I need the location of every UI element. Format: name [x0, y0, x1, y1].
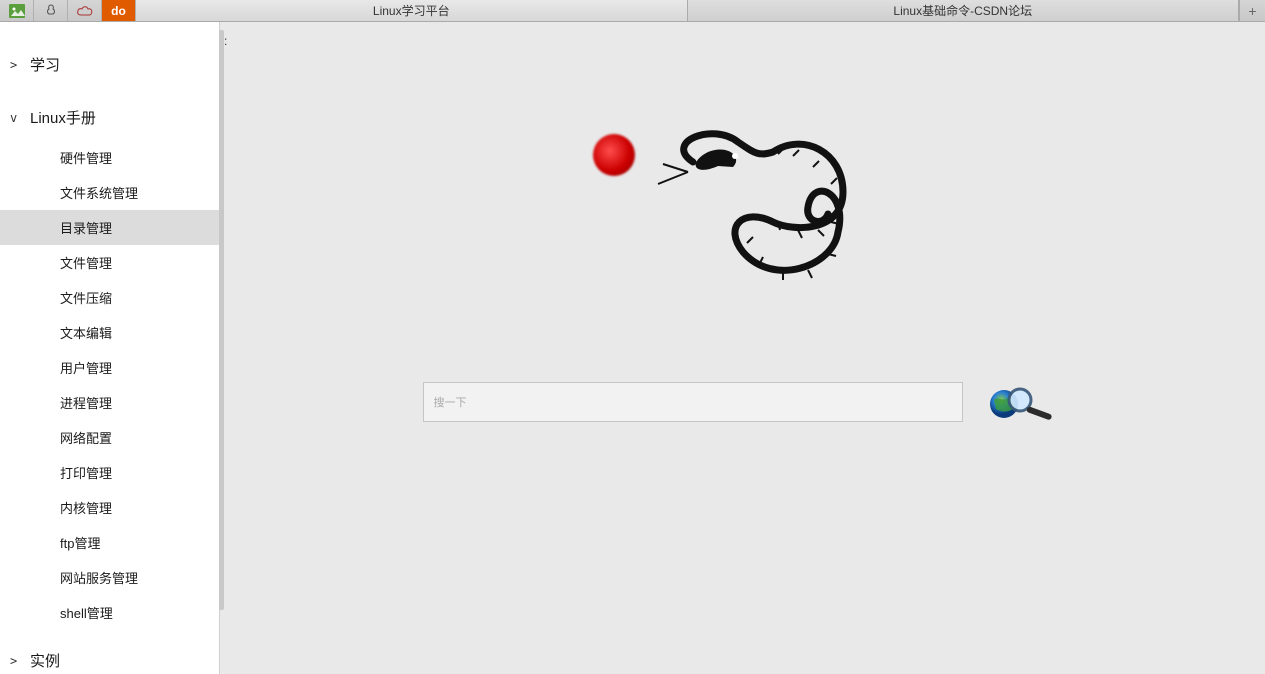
nav-group-examples: > 实例	[0, 638, 219, 674]
plus-icon: +	[1248, 3, 1256, 19]
page-content: > 学习 v Linux手册 硬件管理 文件系统管理 目录管理 文件管理 文件压…	[0, 22, 1265, 674]
nav-item-directory[interactable]: 目录管理	[0, 210, 219, 245]
nav-item-print[interactable]: 打印管理	[0, 455, 219, 490]
nav-item-compress[interactable]: 文件压缩	[0, 280, 219, 315]
red-dot-icon	[593, 134, 635, 176]
nav-item-hardware[interactable]: 硬件管理	[0, 140, 219, 175]
globe-magnifier-icon	[988, 382, 1058, 422]
corner-label: :	[224, 34, 227, 48]
search-row	[423, 382, 1063, 422]
nav-item-network[interactable]: 网络配置	[0, 420, 219, 455]
nav-header-study[interactable]: > 学习	[0, 42, 219, 87]
chevron-right-icon: >	[10, 58, 17, 72]
nav-item-file[interactable]: 文件管理	[0, 245, 219, 280]
search-input[interactable]	[423, 382, 963, 422]
browser-top-bar: do Linux学习平台 Linux基础命令-CSDN论坛 +	[0, 0, 1265, 22]
chevron-down-icon: v	[10, 111, 17, 125]
nav-group-study: > 学习	[0, 42, 219, 87]
tab-label: Linux学习平台	[373, 2, 450, 19]
tool-do-icon[interactable]: do	[102, 0, 136, 21]
nav-item-webservice[interactable]: 网站服务管理	[0, 560, 219, 595]
tab-csdn-forum[interactable]: Linux基础命令-CSDN论坛	[688, 0, 1240, 21]
tool-pin-icon[interactable]	[34, 0, 68, 21]
nav-label: Linux手册	[30, 107, 96, 128]
nav-group-linux-manual: v Linux手册 硬件管理 文件系统管理 目录管理 文件管理 文件压缩 文本编…	[0, 95, 219, 630]
nav-label: 实例	[30, 650, 60, 671]
nav-header-linux-manual[interactable]: v Linux手册	[0, 95, 219, 140]
nav-item-shell[interactable]: shell管理	[0, 595, 219, 630]
nav-item-process[interactable]: 进程管理	[0, 385, 219, 420]
snake-logo	[593, 122, 893, 312]
nav-label: 学习	[30, 54, 60, 75]
tool-image-icon[interactable]	[0, 0, 34, 21]
nav-header-examples[interactable]: > 实例	[0, 638, 219, 674]
snake-icon	[633, 122, 893, 312]
sidebar: > 学习 v Linux手册 硬件管理 文件系统管理 目录管理 文件管理 文件压…	[0, 22, 220, 674]
nav-item-text-edit[interactable]: 文本编辑	[0, 315, 219, 350]
nav-sub-list: 硬件管理 文件系统管理 目录管理 文件管理 文件压缩 文本编辑 用户管理 进程管…	[0, 140, 219, 630]
tab-strip: Linux学习平台 Linux基础命令-CSDN论坛	[136, 0, 1239, 21]
nav-item-filesystem[interactable]: 文件系统管理	[0, 175, 219, 210]
chevron-right-icon: >	[10, 654, 17, 668]
sidebar-resize-handle[interactable]	[219, 30, 224, 610]
main-area: :	[220, 22, 1265, 674]
nav-item-kernel[interactable]: 内核管理	[0, 490, 219, 525]
tab-linux-learning[interactable]: Linux学习平台	[136, 0, 688, 21]
new-tab-button[interactable]: +	[1239, 0, 1265, 21]
nav-item-ftp[interactable]: ftp管理	[0, 525, 219, 560]
tool-cloud-icon[interactable]	[68, 0, 102, 21]
search-button[interactable]	[983, 382, 1063, 422]
hero	[220, 122, 1265, 422]
tab-label: Linux基础命令-CSDN论坛	[893, 2, 1032, 19]
do-label: do	[111, 4, 126, 18]
nav-item-user[interactable]: 用户管理	[0, 350, 219, 385]
